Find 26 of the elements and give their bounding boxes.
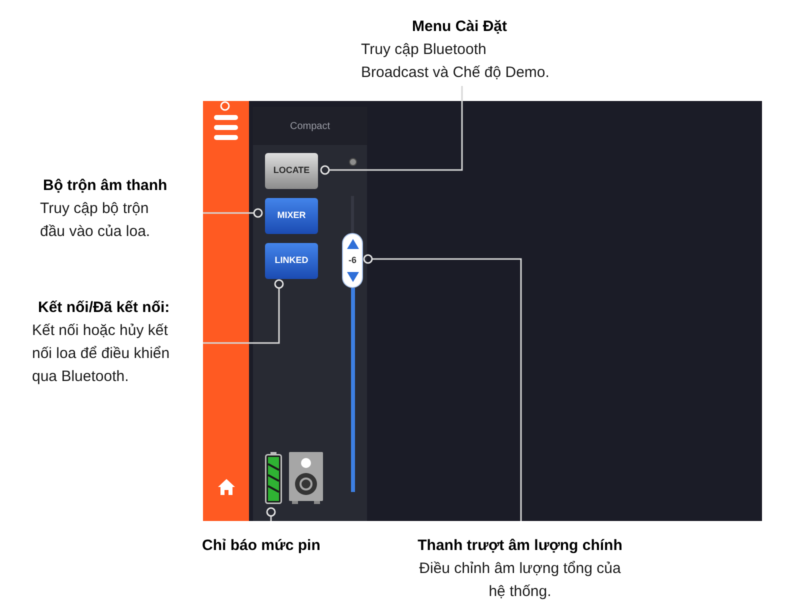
volume-reading: -6 [348,255,356,266]
linked-button[interactable]: LINKED [265,243,318,279]
callout-marker-icon [220,101,230,111]
status-led-icon [348,158,356,166]
home-icon[interactable] [218,479,234,495]
up-arrow-icon[interactable] [346,238,358,249]
down-arrow-icon[interactable] [346,272,358,282]
leader-line [203,208,263,218]
menu-icon[interactable] [214,115,238,140]
callout-title: Kết nối/Đã kết nối: [38,298,170,318]
callout-title: Menu Cài Đặt [412,17,508,37]
callout-title: Chỉ báo mức pin [202,536,320,556]
speaker-icon [289,452,323,504]
leader-line [266,507,276,521]
volume-thumb[interactable]: -6 [342,232,363,288]
callout-text: Kết nối hoặc hủy kết nối loa để điều khiển qua Bluetooth. [32,321,170,387]
mixer-button[interactable]: MIXER [265,198,318,234]
volume-slider[interactable]: -6 [342,196,363,492]
callout-text: Điều chỉnh âm lượng tổng của hệ thống. [418,559,622,600]
battery-icon [265,452,282,504]
locate-button[interactable]: LOCATE [265,153,318,189]
callout-title: Thanh trượt âm lượng chính [416,536,624,556]
strip-title: Compact [290,120,330,134]
callout-text: Truy cập Bluetooth Broadcast và Chế độ Demo. [361,40,550,83]
callout-text: Truy cập bộ trộn đầu vào của loa. [40,199,152,242]
callout-title: Bộ trộn âm thanh [43,176,168,196]
